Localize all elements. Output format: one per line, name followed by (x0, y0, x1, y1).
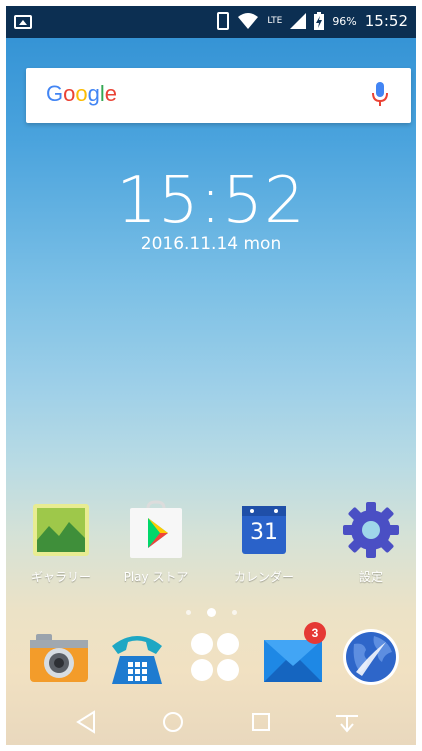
status-bar[interactable]: LTE 96% 15:52 (6, 6, 416, 38)
google-logo-letter: o (75, 81, 88, 106)
google-logo-letter: G (46, 81, 64, 106)
battery-charging-icon (314, 12, 325, 30)
phone-icon (112, 636, 162, 684)
unread-badge: 3 (304, 622, 326, 644)
wifi-icon (237, 12, 259, 30)
app-settings[interactable]: 設定 (326, 500, 416, 585)
browser-icon (343, 629, 399, 685)
app-gallery[interactable]: ギャラリー (16, 500, 106, 585)
app-calendar[interactable]: 31 カレンダー (219, 500, 309, 585)
app-label: カレンダー (233, 570, 294, 584)
settings-icon (341, 500, 401, 560)
app-label: 設定 (358, 570, 383, 584)
clock-time[interactable]: 15:52 (6, 164, 416, 238)
gallery-icon (31, 500, 91, 560)
page-dot-active (206, 608, 216, 617)
image-notification-icon (14, 15, 32, 29)
dock-mail[interactable]: 3 (262, 622, 326, 688)
back-icon[interactable] (72, 707, 102, 737)
google-logo-letter: g (87, 81, 100, 106)
google-logo-letter: o (63, 81, 76, 106)
google-logo-letter: e (104, 81, 118, 106)
play-store-icon (126, 500, 186, 560)
recents-icon[interactable] (246, 707, 276, 737)
page-dot (185, 610, 191, 615)
calendar-icon: 31 (234, 500, 294, 560)
camera-icon (30, 634, 88, 682)
app-drawer-icon (191, 633, 239, 681)
clock-date: 2016.11.14 mon (140, 234, 282, 254)
page-dot (231, 610, 237, 615)
dock-app-drawer[interactable] (184, 626, 246, 688)
app-label: ギャラリー (30, 570, 91, 584)
battery-percent: 96% (332, 14, 357, 28)
navigation-bar (6, 697, 416, 745)
home-icon[interactable] (158, 707, 188, 737)
dock-camera[interactable] (28, 626, 90, 688)
microphone-icon[interactable] (371, 82, 389, 110)
vibrate-icon (217, 12, 230, 30)
google-logo: Google (46, 81, 117, 107)
network-type-label: LTE (267, 15, 283, 26)
app-label: Play ストア (123, 570, 189, 584)
status-time: 15:52 (364, 12, 408, 30)
home-screen: LTE 96% 15:52 Google 15:52 2016.11.14 mo… (6, 6, 416, 745)
page-indicator (6, 602, 416, 621)
app-play-store[interactable]: Play ストア (111, 500, 201, 585)
dock-phone[interactable] (106, 626, 168, 688)
dock-browser[interactable] (340, 626, 402, 688)
signal-icon (290, 13, 307, 29)
notification-pull-icon[interactable] (332, 707, 362, 737)
google-search-bar[interactable]: Google (26, 68, 411, 123)
calendar-day: 31 (250, 520, 278, 545)
